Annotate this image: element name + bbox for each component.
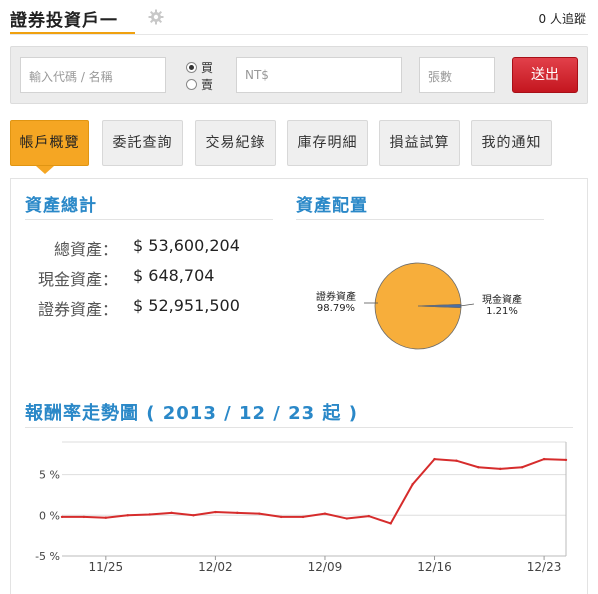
return-chart-title-line [25, 427, 573, 428]
buy-radio-dot[interactable] [186, 62, 197, 73]
return-data-point[interactable] [477, 466, 480, 469]
submit-button[interactable]: 送出 [512, 57, 578, 93]
header-divider [10, 34, 588, 35]
pie-label-securities-percent: 98.79% [316, 303, 356, 314]
return-data-point[interactable] [520, 466, 524, 469]
return-data-point[interactable] [60, 515, 64, 519]
return-data-point[interactable] [192, 514, 195, 517]
side-radio-group: 買 賣 [186, 59, 213, 93]
total-assets-value: $ 53,600,204 [133, 236, 240, 255]
assets-title: 資產總計 [25, 196, 97, 216]
tab-notifications[interactable]: 我的通知 [471, 120, 552, 166]
x-tick-label: 11/25 [89, 560, 124, 574]
return-data-point[interactable] [279, 515, 283, 519]
return-data-point[interactable] [323, 512, 327, 515]
account-title[interactable]: 證券投資戶一 [10, 6, 118, 31]
total-assets-label: 總資產： [53, 240, 118, 259]
return-data-point[interactable] [389, 522, 392, 525]
pie-label-cash: 現金資產 1.21% [474, 295, 530, 317]
buy-label: 買 [201, 61, 214, 75]
x-tick-label: 12/02 [198, 560, 233, 574]
securities-assets-label-wrap: 證券資產： [0, 296, 118, 319]
assets-title-line [25, 219, 273, 220]
return-data-point[interactable] [258, 512, 261, 515]
total-assets-label-wrap: 總資產： [0, 236, 118, 259]
tab-account-overview[interactable]: 帳戶概覽 [10, 120, 89, 166]
return-data-point[interactable] [170, 511, 173, 515]
pie-label-cash-percent: 1.21% [486, 306, 518, 317]
y-tick-label: 0 % [39, 509, 60, 522]
return-data-point[interactable] [411, 483, 414, 486]
tab-order-query[interactable]: 委託查詢 [102, 120, 183, 166]
followers-count[interactable]: 0 人追蹤 [539, 10, 586, 27]
tab-pnl-calc[interactable]: 損益試算 [379, 120, 460, 166]
tab-inventory[interactable]: 庫存明細 [287, 120, 368, 166]
buy-radio[interactable]: 買 [186, 59, 213, 76]
sell-radio[interactable]: 賣 [186, 76, 213, 93]
order-form: 輸入代碼 / 名稱 買 賣 NT$ 張數 送出 [10, 46, 588, 104]
pie-label-cash-name: 現金資產 [482, 295, 522, 306]
x-tick-label: 12/09 [308, 560, 343, 574]
sell-label: 賣 [201, 78, 214, 92]
return-data-point[interactable] [433, 457, 436, 461]
stock-code-input[interactable]: 輸入代碼 / 名稱 [20, 57, 166, 93]
allocation-title: 資產配置 [296, 196, 368, 216]
return-data-point[interactable] [564, 458, 568, 462]
return-data-point[interactable] [455, 459, 458, 462]
tab-trade-records[interactable]: 交易紀錄 [195, 120, 276, 166]
active-tab-caret [36, 166, 54, 174]
return-data-point[interactable] [367, 514, 370, 518]
allocation-title-line [296, 219, 544, 220]
return-chart-title: 報酬率走勢圖 ( 2013 / 12 / 23 起 ) [25, 403, 358, 424]
gear-icon[interactable] [148, 9, 164, 25]
return-data-point[interactable] [148, 513, 151, 516]
x-tick-label: 12/16 [417, 560, 452, 574]
x-tick-label: 12/23 [527, 560, 562, 574]
return-data-point[interactable] [345, 517, 349, 520]
pie-leader-cash [459, 303, 474, 307]
securities-assets-value: $ 52,951,500 [133, 296, 240, 315]
sell-radio-dot[interactable] [186, 79, 197, 90]
cash-assets-label-wrap: 現金資產： [0, 266, 118, 289]
return-series-line [62, 458, 567, 525]
return-data-point[interactable] [126, 514, 129, 517]
allocation-pie-chart [364, 262, 474, 350]
y-tick-label: 5 % [39, 469, 60, 482]
header: 證券投資戶一 0 人追蹤 [0, 0, 598, 36]
cash-assets-value: $ 648,704 [133, 266, 215, 285]
securities-assets-label: 證券資產： [37, 300, 118, 319]
return-data-point[interactable] [301, 515, 305, 519]
return-data-point[interactable] [499, 467, 502, 471]
return-data-point[interactable] [236, 511, 239, 515]
quantity-input[interactable]: 張數 [419, 57, 495, 93]
y-tick-label: -5 % [35, 550, 60, 563]
pie-label-securities: 證券資產 98.79% [308, 292, 364, 314]
pie-label-securities-name: 證券資產 [316, 292, 356, 303]
price-input[interactable]: NT$ [236, 57, 402, 93]
return-line-chart: 5 % 0 % -5 % 11/25 12/02 12/09 12/16 12/23 [35, 441, 568, 574]
return-data-point[interactable] [542, 457, 546, 461]
return-data-point[interactable] [82, 515, 86, 519]
return-data-point[interactable] [214, 510, 217, 514]
cash-assets-label: 現金資產： [37, 270, 118, 289]
return-data-point[interactable] [104, 516, 108, 519]
